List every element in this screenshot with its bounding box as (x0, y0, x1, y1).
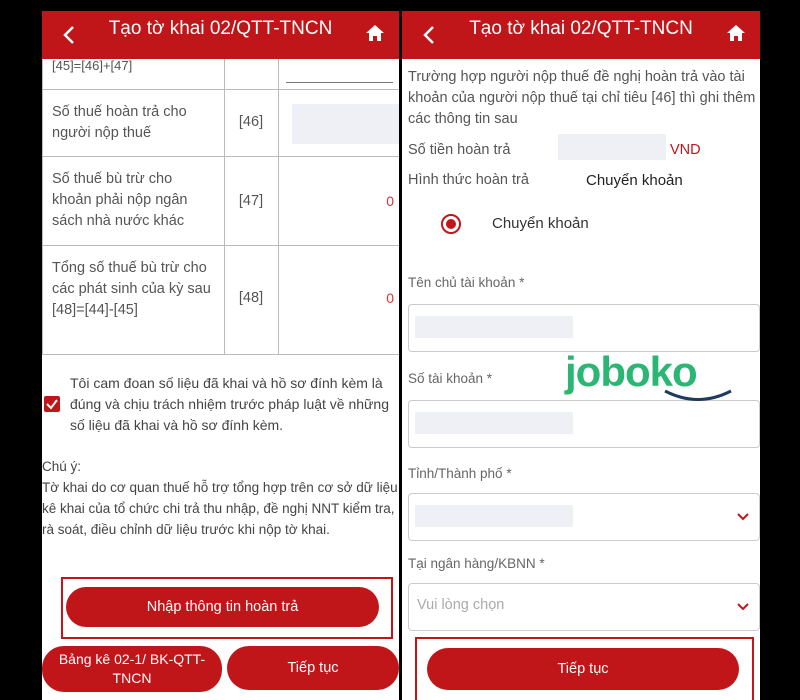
formula-text: [45]=[46]+[47] (52, 58, 133, 73)
table-row: [45]=[46]+[47] (42, 58, 399, 90)
commitment-checkbox[interactable] (44, 396, 60, 412)
bank-placeholder: Vui lòng chọn (417, 597, 505, 613)
refund-amount-input[interactable] (558, 134, 666, 160)
method-label: Hình thức hoàn trả (408, 172, 529, 188)
bank-select[interactable]: Vui lòng chọn (408, 583, 760, 631)
table-row: Tổng số thuế bù trừ cho các phát sinh củ… (42, 246, 399, 355)
note-title: Chú ý: (42, 459, 82, 474)
chevron-down-icon (737, 513, 749, 521)
radio-selected-icon[interactable] (440, 213, 462, 235)
refund-info-button[interactable]: Nhập thông tin hoàn trả (66, 587, 379, 627)
bank-label: Tại ngân hàng/KBNN * (408, 556, 545, 571)
chevron-down-icon (737, 603, 749, 611)
home-icon[interactable] (726, 23, 746, 43)
header-bar: Tạo tờ khai 02/QTT-TNCN (42, 11, 399, 59)
account-holder-label: Tên chủ tài khoản * (408, 275, 525, 290)
continue-button[interactable]: Tiếp tục (427, 648, 739, 690)
refund-tax-input[interactable] (292, 104, 399, 144)
account-number-label: Số tài khoản * (408, 371, 493, 386)
page-title: Tạo tờ khai 02/QTT-TNCN (108, 18, 333, 39)
joboko-watermark-logo: joboko (565, 348, 740, 408)
province-select[interactable] (408, 493, 760, 541)
table-row: Số thuế hoàn trả cho người nộp thuế [46] (42, 90, 399, 157)
left-screen: Tạo tờ khai 02/QTT-TNCN [45]=[46]+[47] S… (42, 11, 399, 700)
home-icon[interactable] (365, 23, 385, 43)
header-bar: Tạo tờ khai 02/QTT-TNCN (402, 11, 760, 59)
intro-text: Trường hợp người nộp thuế đề nghị hoàn t… (408, 69, 756, 127)
smile-icon (664, 389, 732, 401)
currency-label: VND (670, 142, 701, 158)
row-label: Số thuế hoàn trả cho người nộp thuế (52, 104, 187, 141)
radio-label: Chuyển khoản (492, 215, 589, 232)
page-title: Tạo tờ khai 02/QTT-TNCN (469, 18, 693, 39)
row-label: Tổng số thuế bù trừ cho các phát sinh củ… (52, 260, 211, 318)
note-text: Tờ khai do cơ quan thuế hỗ trợ tổng hợp … (42, 480, 398, 537)
row-value: 0 (386, 290, 394, 306)
method-value: Chuyển khoản (586, 172, 683, 189)
commitment-text: Tôi cam đoan số liệu đã khai và hồ sơ đí… (70, 375, 389, 433)
input-underline (286, 82, 393, 83)
row-code: [48] (238, 290, 264, 306)
row-code: [47] (238, 193, 264, 209)
table-row: Số thuế bù trừ cho khoản phải nộp ngân s… (42, 157, 399, 246)
row-label: Số thuế bù trừ cho khoản phải nộp ngân s… (52, 171, 188, 229)
bk-report-button[interactable]: Bảng kê 02-1/ BK-QTT-TNCN (42, 646, 222, 692)
row-code: [46] (238, 114, 264, 130)
province-label: Tỉnh/Thành phố * (408, 466, 512, 481)
refund-amount-label: Số tiền hoàn trả (408, 142, 511, 158)
row-value: 0 (386, 193, 394, 209)
continue-button[interactable]: Tiếp tục (227, 646, 399, 690)
account-holder-input[interactable] (408, 304, 760, 352)
